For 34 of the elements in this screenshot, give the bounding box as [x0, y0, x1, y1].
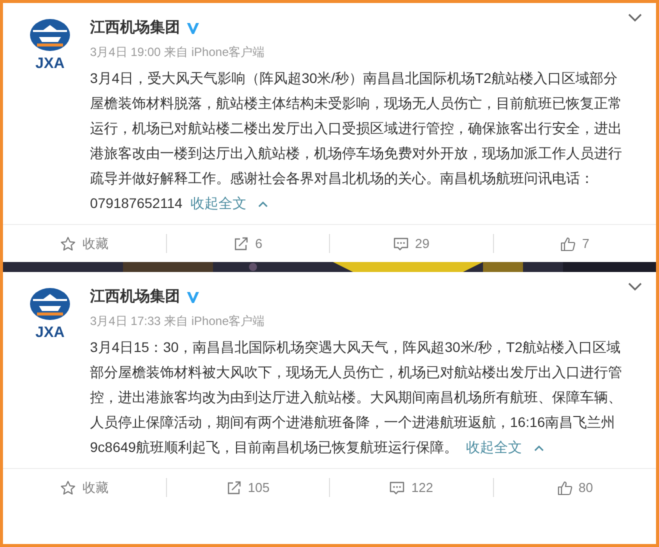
share-icon: [233, 236, 250, 252]
favorite-button[interactable]: 收藏: [60, 234, 108, 254]
comment-button[interactable]: 122: [389, 478, 434, 498]
logo[interactable]: JXA: [25, 17, 75, 77]
logo-emblem-icon: [29, 286, 71, 322]
comment-icon: [393, 236, 410, 252]
logo-text: JXA: [35, 56, 65, 71]
chevron-down-icon[interactable]: [628, 282, 642, 291]
star-icon: [60, 236, 76, 252]
caret-up-icon: [534, 444, 544, 450]
comment-icon: [389, 480, 406, 496]
post-meta: 3月4日 17:33 来自 iPhone客户端: [90, 313, 266, 330]
repost-button[interactable]: 105: [226, 478, 270, 498]
thumbs-up-icon: [560, 236, 576, 252]
collapse-link[interactable]: 收起全文: [466, 435, 544, 460]
chevron-down-icon[interactable]: [628, 13, 642, 22]
star-icon: [60, 480, 76, 496]
post-text: 3月4日，受大风天气影响（阵风超30米/秒）南昌昌北国际机场T2航站楼入口区域部分屋檐装饰材料脱落，航站楼主体结构未受影响，现场无人员伤亡，目前航班已恢复正常运行，机场已对航站楼二楼出发厅出入口受损区域进行管控，确保旅客出行安全，进出港旅客改由一楼到达厅出入航站楼，机场停车场免费对外开放，现场加派工作人员进行疏导并做好解释工作。感谢社会各界对昌北机场的关心。南昌机场航班问讯电话：079187652114 收起全文: [90, 66, 628, 216]
like-button[interactable]: 7: [560, 234, 590, 254]
collapse-link[interactable]: 收起全文: [190, 191, 268, 216]
thumbs-up-icon: [556, 480, 573, 496]
repost-button[interactable]: 6: [233, 234, 262, 254]
logo-text: JXA: [35, 325, 65, 340]
post-text: 3月4日15：30，南昌昌北国际机场突遇大风天气，阵风超30米/秒，T2航站楼入口区域部分屋檐装饰材料被大风吹下，现场无人员伤亡，机场已对航站楼出发厅出入口进行管控，进出港旅客均改为由到达厅进入航站楼。大风期间南昌机场所有航班、保障车辆、人员停止保障活动，期间有两个进港航班备降，一个进港航班返航，16:16南昌飞兰州9c8649航班顺利起飞，目前南昌机场已恢复航班运行保障。 收起全文: [90, 335, 628, 460]
author-name[interactable]: 江西机场集团: [90, 16, 180, 40]
share-icon: [226, 480, 242, 496]
author-name[interactable]: 江西机场集团: [90, 286, 180, 308]
logo-emblem-icon: [29, 17, 71, 53]
favorite-button[interactable]: 收藏: [60, 478, 108, 498]
like-button[interactable]: 80: [556, 478, 593, 498]
logo[interactable]: JXA: [25, 286, 75, 346]
post-meta: 3月4日 19:00 来自 iPhone客户端: [90, 44, 266, 61]
caret-up-icon: [258, 200, 268, 206]
comment-button[interactable]: 29: [393, 234, 430, 254]
